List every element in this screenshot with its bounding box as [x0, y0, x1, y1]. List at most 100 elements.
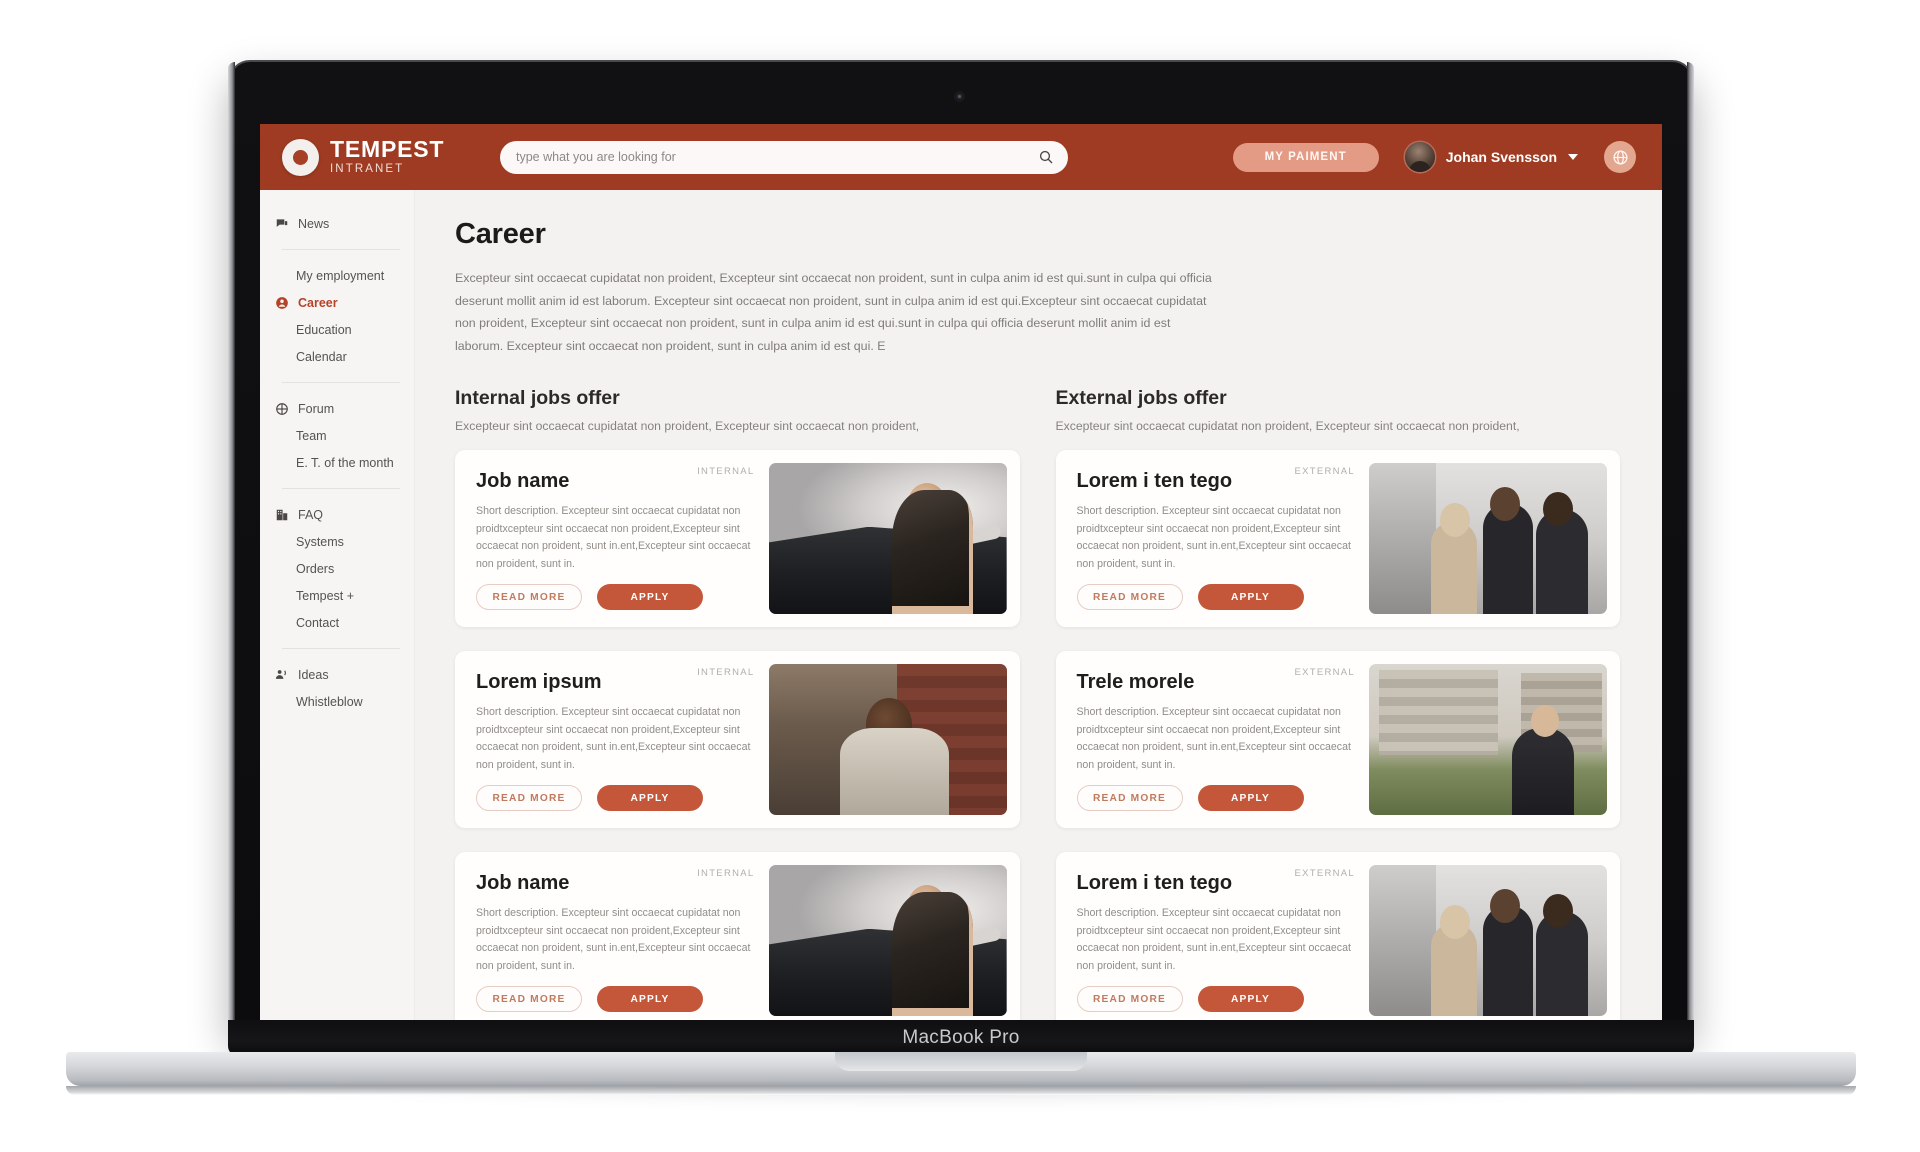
sidebar-item-orders[interactable]: Orders	[272, 555, 402, 582]
sidebar-item-news[interactable]: News	[272, 210, 402, 237]
sidebar-item-forum[interactable]: Forum	[272, 395, 402, 422]
job-card[interactable]: INTERNAL Lorem ipsum Short description. …	[455, 651, 1020, 829]
job-card-body: INTERNAL Lorem ipsum Short description. …	[455, 651, 769, 828]
read-more-button[interactable]: READ MORE	[476, 986, 582, 1013]
sidebar-item-et-of-the-month[interactable]: E. T. of the month	[272, 449, 402, 476]
chevron-down-icon[interactable]	[1568, 154, 1578, 160]
sidebar-item-label: Education	[296, 322, 352, 337]
job-card-actions: READ MORE APPLY	[1076, 584, 1304, 611]
read-more-button[interactable]: READ MORE	[1076, 785, 1183, 812]
building-icon	[274, 508, 289, 522]
job-tag-badge: INTERNAL	[697, 466, 755, 478]
job-card-body: INTERNAL Job name Short description. Exc…	[455, 450, 769, 627]
laptop-lid-edge-left	[228, 62, 235, 1030]
user-menu[interactable]: Johan Svensson	[1404, 142, 1578, 172]
job-tag-badge: EXTERNAL	[1294, 868, 1355, 880]
job-card-actions: READ MORE APPLY	[476, 584, 703, 611]
intranet-app: TEMPEST INTRANET MY PAIMENT	[260, 124, 1662, 1020]
device-label: MacBook Pro	[902, 1027, 1020, 1048]
job-columns: Internal jobs offer Excepteur sint occae…	[455, 387, 1620, 1020]
job-card-actions: READ MORE APPLY	[1076, 986, 1304, 1013]
sidebar-item-whistleblow[interactable]: Whistleblow	[272, 688, 402, 715]
apply-button[interactable]: APPLY	[597, 785, 703, 812]
job-card-body: EXTERNAL Lorem i ten tego Short descript…	[1056, 450, 1370, 627]
sidebar-item-label: Contact	[296, 615, 340, 630]
job-card[interactable]: EXTERNAL Lorem i ten tego Short descript…	[1055, 450, 1620, 628]
language-globe-button[interactable]	[1604, 141, 1636, 173]
sidebar-group-news: News	[260, 210, 414, 237]
search-input[interactable]	[516, 150, 1038, 164]
sidebar-item-label: Systems	[296, 534, 344, 549]
section-title-internal: Internal jobs offer	[455, 387, 620, 410]
read-more-button[interactable]: READ MORE	[476, 584, 582, 611]
laptop-lid-edge-right	[1687, 62, 1694, 1030]
sidebar-item-label: Tempest +	[296, 588, 355, 603]
read-more-button[interactable]: READ MORE	[1076, 584, 1183, 611]
sidebar-item-label: Forum	[298, 401, 335, 416]
job-tag-badge: EXTERNAL	[1294, 466, 1355, 478]
sidebar-item-faq[interactable]: FAQ	[272, 501, 402, 528]
search-bar[interactable]	[500, 140, 1068, 174]
read-more-button[interactable]: READ MORE	[1076, 986, 1183, 1013]
globe-icon	[1612, 149, 1628, 165]
laptop-scene: TEMPEST INTRANET MY PAIMENT	[0, 0, 1920, 1152]
sidebar-item-label: Team	[296, 428, 327, 443]
sidebar-item-label: FAQ	[298, 507, 324, 522]
webcam-lens	[958, 95, 961, 98]
sidebar-item-label: Orders	[296, 561, 335, 576]
sidebar-item-ideas[interactable]: Ideas	[272, 661, 402, 688]
sidebar-divider	[282, 382, 400, 383]
sidebar-divider	[282, 488, 400, 489]
sidebar-item-label: News	[298, 216, 330, 231]
read-more-button[interactable]: READ MORE	[476, 785, 582, 812]
page-intro-text: Excepteur sint occaecat cupidatat non pr…	[455, 271, 1212, 353]
job-tag-badge: INTERNAL	[697, 868, 755, 880]
apply-button[interactable]: APPLY	[1197, 785, 1304, 812]
search-container	[500, 140, 1068, 174]
job-card[interactable]: EXTERNAL Trele morele Short description.…	[1055, 651, 1620, 829]
header-actions: MY PAIMENT Johan Svensson	[1232, 141, 1636, 173]
sidebar-item-label: Whistleblow	[296, 694, 363, 709]
job-description: Short description. Excepteur sint occaec…	[1076, 706, 1351, 771]
sidebar-item-systems[interactable]: Systems	[272, 528, 402, 555]
brand-subtitle: INTRANET	[330, 163, 405, 176]
apply-button[interactable]: APPLY	[1197, 584, 1304, 611]
apply-button[interactable]: APPLY	[1197, 986, 1304, 1013]
sidebar-item-contact[interactable]: Contact	[272, 609, 402, 636]
sidebar-group-forum: Forum Team E. T. of the month	[260, 395, 414, 476]
job-thumbnail	[768, 664, 1007, 816]
search-icon[interactable]	[1038, 149, 1054, 165]
sidebar-item-label: E. T. of the month	[296, 455, 394, 470]
sidebar-group-ideas: Ideas Whistleblow	[260, 661, 414, 715]
sidebar-item-my-employment[interactable]: My employment	[272, 262, 402, 289]
job-description: Short description. Excepteur sint occaec…	[476, 706, 751, 771]
photo-man-entering-car	[768, 463, 1007, 615]
sidebar-item-calendar[interactable]: Calendar	[272, 343, 402, 370]
job-card[interactable]: INTERNAL Job name Short description. Exc…	[455, 852, 1020, 1020]
person-circle-icon	[274, 296, 289, 310]
sidebar-item-team[interactable]: Team	[272, 422, 402, 449]
job-tag-badge: EXTERNAL	[1294, 667, 1355, 679]
job-thumbnail	[1369, 865, 1607, 1017]
job-description: Short description. Excepteur sint occaec…	[476, 505, 751, 570]
sidebar-item-label: Calendar	[296, 349, 347, 364]
sidebar-item-career[interactable]: Career	[272, 289, 402, 316]
job-card[interactable]: INTERNAL Job name Short description. Exc…	[455, 450, 1020, 628]
external-jobs-column: External jobs offer Excepteur sint occae…	[1055, 387, 1620, 1020]
sidebar: News My employment Career Education Cale…	[260, 190, 415, 1020]
sidebar-item-tempest-plus[interactable]: Tempest +	[272, 582, 402, 609]
photo-firefighter	[768, 664, 1007, 816]
apply-button[interactable]: APPLY	[597, 584, 703, 611]
job-card-body: EXTERNAL Lorem i ten tego Short descript…	[1056, 852, 1370, 1020]
laptop-base-foot	[66, 1086, 1856, 1095]
sidebar-item-education[interactable]: Education	[272, 316, 402, 343]
internal-jobs-column: Internal jobs offer Excepteur sint occae…	[455, 387, 1020, 1020]
my-payment-button[interactable]: MY PAIMENT	[1232, 142, 1379, 172]
brand-logo[interactable]: TEMPEST INTRANET	[282, 138, 472, 176]
user-name: Johan Svensson	[1445, 149, 1557, 165]
section-subtitle-external: Excepteur sint occaecat cupidatat non pr…	[1055, 419, 1520, 434]
laptop-base-notch	[835, 1052, 1087, 1071]
job-card[interactable]: EXTERNAL Lorem i ten tego Short descript…	[1055, 852, 1620, 1020]
apply-button[interactable]: APPLY	[597, 986, 703, 1013]
job-description: Short description. Excepteur sint occaec…	[1076, 505, 1351, 570]
